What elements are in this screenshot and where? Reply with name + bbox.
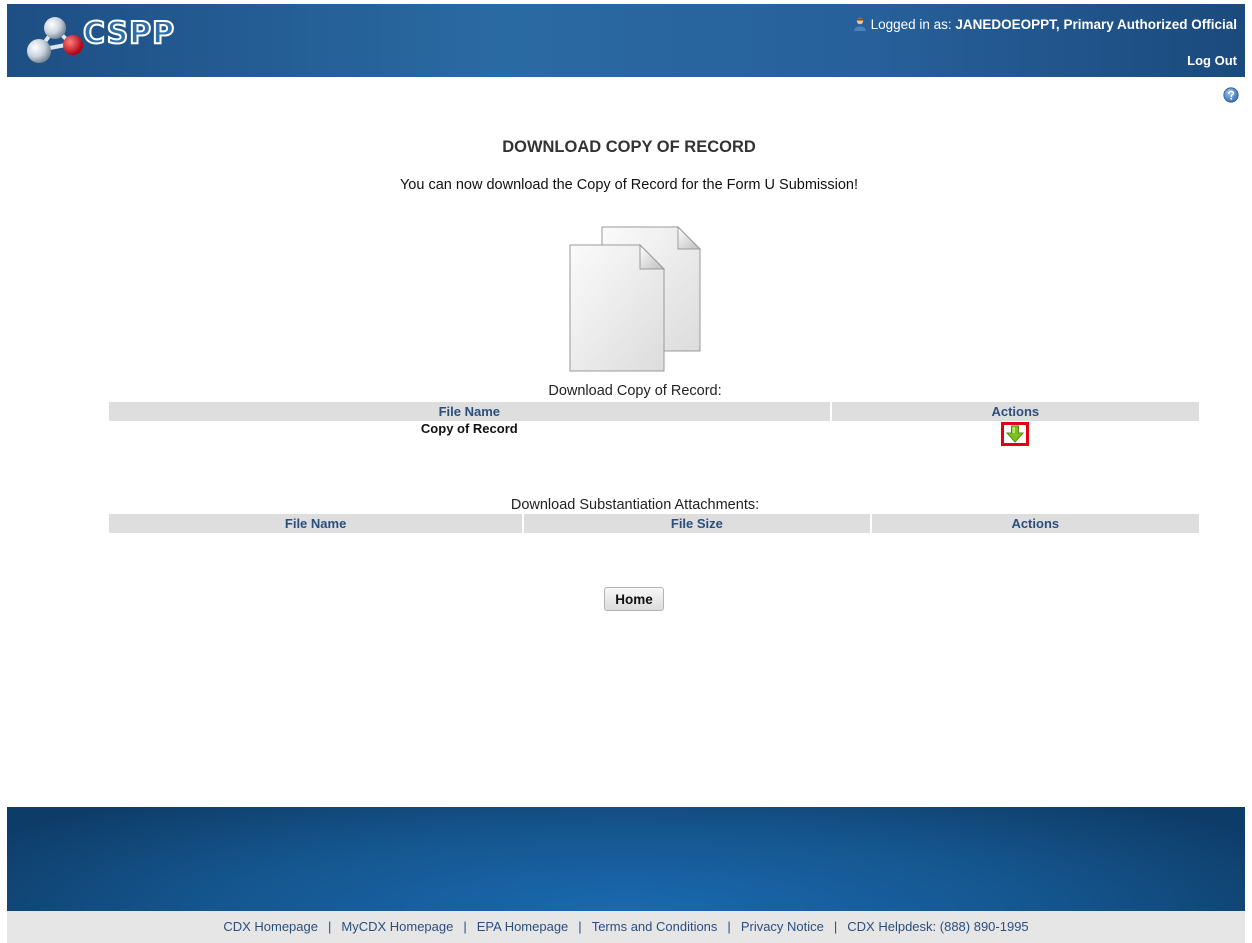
copy-of-record-table: File Name Actions Copy of Record [107, 402, 1201, 447]
logout-link[interactable]: Log Out [1187, 53, 1237, 68]
copy-of-record-caption: Download Copy of Record: [548, 383, 722, 399]
logo-text: CSPP [82, 15, 176, 52]
footer-link-cdx-helpdesk[interactable]: CDX Helpdesk: (888) 890-1995 [847, 919, 1028, 934]
download-arrow-icon [1006, 425, 1025, 443]
page-title: DOWNLOAD COPY OF RECORD [502, 138, 756, 156]
footer-link-cdx-homepage[interactable]: CDX Homepage [223, 919, 318, 934]
username: JANEDOEOPPT, [955, 17, 1060, 32]
attachments-caption: Download Substantiation Attachments: [510, 497, 760, 513]
header-bar: CSPP Logged in as: JANEDOEOPPT, Primary … [7, 4, 1245, 77]
footer-link-epa-homepage[interactable]: EPA Homepage [477, 919, 569, 934]
footer-separator: | [833, 919, 838, 934]
actions-cell [832, 421, 1199, 447]
help-icon[interactable] [1223, 87, 1239, 103]
footer-separator: | [327, 919, 332, 934]
footer-link-terms-and-conditions[interactable]: Terms and Conditions [592, 919, 718, 934]
file-name-cell: Copy of Record [420, 421, 518, 436]
user-role: Primary Authorized Official [1063, 17, 1237, 32]
footer-banner [7, 807, 1245, 911]
column-header-actions: Actions [831, 402, 1199, 421]
footer-links: CDX Homepage | MyCDX Homepage | EPA Homepage… [7, 911, 1245, 943]
footer-separator: | [727, 919, 731, 934]
table-header-row: File Name Actions [109, 402, 1199, 421]
logged-in-info: Logged in as: JANEDOEOPPT, Primary Autho… [853, 17, 1237, 32]
column-header-file-name: File Name [109, 402, 830, 421]
column-header-file-name: File Name [109, 514, 523, 533]
download-button[interactable] [1001, 422, 1030, 446]
column-header-file-size: File Size [524, 514, 870, 533]
footer-separator: | [578, 919, 582, 934]
attachments-table: File Name File Size Actions [107, 514, 1201, 533]
footer-link-privacy-notice[interactable]: Privacy Notice [741, 919, 824, 934]
footer-link-mycdx-homepage[interactable]: MyCDX Homepage [341, 919, 453, 934]
logged-in-prefix: Logged in as: [870, 17, 952, 32]
documents-icon [569, 225, 702, 372]
table-row: Copy of Record [109, 421, 1199, 447]
intro-text: You can now download the Copy of Record … [399, 177, 859, 193]
footer-separator: | [463, 919, 467, 934]
home-button[interactable]: Home [604, 587, 664, 611]
user-icon [853, 17, 866, 31]
column-header-actions: Actions [871, 514, 1199, 533]
table-header-row: File Name File Size Actions [109, 514, 1199, 533]
